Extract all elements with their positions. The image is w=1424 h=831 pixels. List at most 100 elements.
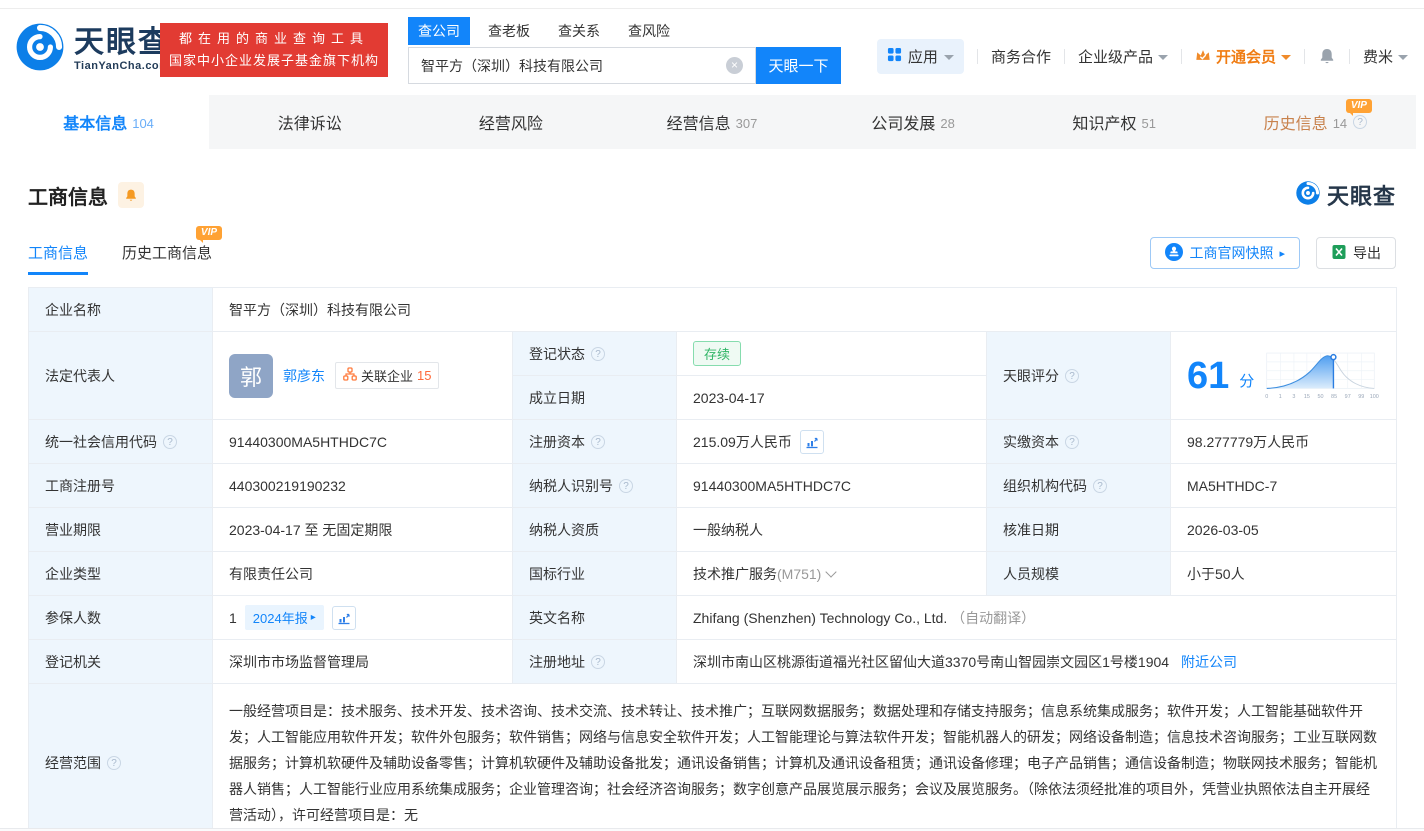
annual-report-badge[interactable]: 2024年报: [245, 605, 324, 630]
search-tab-relation[interactable]: 查关系: [558, 21, 600, 41]
status-badge: 存续: [693, 341, 741, 366]
search-input[interactable]: [408, 47, 756, 84]
tyc-score[interactable]: 61 分: [1187, 344, 1380, 407]
question-icon[interactable]: [1065, 435, 1079, 449]
notification-bell[interactable]: [1318, 47, 1336, 66]
tianyancha-swirl-icon: [1295, 180, 1321, 211]
tab-company-development[interactable]: 公司发展 28: [813, 95, 1014, 149]
industry-code: (M751): [777, 566, 821, 582]
user-menu[interactable]: 费米: [1363, 46, 1408, 67]
svg-text:3: 3: [1293, 394, 1296, 400]
company-type-label: 企业类型: [29, 552, 213, 596]
staff-size-label: 人员规模: [987, 552, 1171, 596]
search-tab-risk[interactable]: 查风险: [628, 21, 670, 41]
business-info-table: 企业名称 智平方（深圳）科技有限公司 法定代表人 郭 郭彦东: [28, 287, 1397, 831]
auto-translate-note: （自动翻译）: [951, 610, 1035, 626]
chevron-down-icon[interactable]: [826, 566, 837, 577]
divider: [1349, 49, 1350, 64]
question-icon[interactable]: [163, 435, 177, 449]
apps-menu[interactable]: 应用: [877, 39, 964, 74]
main-content: 工商信息 天眼查: [0, 179, 1424, 831]
company-name-value: 智平方（深圳）科技有限公司: [213, 288, 1397, 332]
reg-address-value: 深圳市南山区桃源街道福光社区留仙大道3370号南山智园崇文园区1号楼1904: [693, 654, 1169, 670]
credit-code-label: 统一社会信用代码: [29, 420, 213, 464]
table-row: 参保人数 1 2024年报 英文名称: [29, 596, 1397, 640]
score-value: 61: [1187, 357, 1229, 395]
taxpayer-quality-label: 纳税人资质: [513, 508, 677, 552]
reg-number-value: 440300219190232: [213, 464, 513, 508]
tab-count: 28: [940, 116, 954, 131]
tab-operating-info[interactable]: 经营信息 307: [611, 95, 812, 149]
svg-text:0: 0: [1266, 394, 1269, 400]
tab-history-info[interactable]: VIP 历史信息 14: [1215, 95, 1416, 149]
enterprise-products-menu[interactable]: 企业级产品: [1078, 46, 1168, 67]
export-button[interactable]: 导出: [1316, 237, 1396, 269]
table-row: 企业名称 智平方（深圳）科技有限公司: [29, 288, 1397, 332]
credit-code-value: 91440300MA5HTHDC7C: [213, 420, 513, 464]
enterprise-products-label: 企业级产品: [1078, 46, 1153, 67]
question-icon[interactable]: [1353, 115, 1367, 129]
tab-count: 14: [1333, 116, 1347, 131]
vip-badge: VIP: [1346, 99, 1372, 113]
business-cooperation-link[interactable]: 商务合作: [991, 46, 1051, 67]
snapshot-label: 工商官网快照: [1189, 243, 1273, 263]
table-row: 统一社会信用代码 91440300MA5HTHDC7C 注册资本 215.09万…: [29, 420, 1397, 464]
question-icon[interactable]: [619, 479, 633, 493]
chevron-down-icon: [944, 55, 954, 60]
question-icon[interactable]: [591, 655, 605, 669]
svg-text:100: 100: [1370, 394, 1379, 400]
official-snapshot-button[interactable]: 工商官网快照 ▸: [1150, 237, 1300, 269]
question-icon[interactable]: [107, 756, 121, 770]
legal-rep-link[interactable]: 郭彦东: [283, 366, 325, 386]
divider: [1304, 49, 1305, 64]
subtab-business-info[interactable]: 工商信息: [28, 242, 88, 275]
question-icon[interactable]: [1065, 369, 1079, 383]
arrow-right-icon: ▸: [1279, 247, 1285, 260]
paid-capital-value: 98.277779万人民币: [1171, 420, 1397, 464]
search-button[interactable]: 天眼一下: [756, 47, 841, 84]
score-distribution-chart: 0 1 3 15 50 85 97 99 100: [1264, 344, 1380, 407]
org-code-value: MA5HTHDC-7: [1171, 464, 1397, 508]
question-icon[interactable]: [1093, 479, 1107, 493]
tianyancha-logo[interactable]: 天眼查 TianYanCha.com: [14, 21, 170, 78]
nearby-companies-link[interactable]: 附近公司: [1181, 654, 1237, 670]
tab-label: 经营风险: [479, 110, 543, 134]
reg-authority-label: 登记机关: [29, 640, 213, 684]
related-companies-label: 关联企业: [361, 366, 413, 385]
capital-trend-icon[interactable]: [800, 430, 824, 454]
divider: [1064, 49, 1065, 64]
svg-text:1: 1: [1279, 394, 1282, 400]
crown-icon: [1195, 48, 1211, 66]
tab-label: 公司发展: [871, 110, 935, 134]
question-icon[interactable]: [591, 347, 605, 361]
chevron-down-icon: [1281, 55, 1291, 60]
svg-text:50: 50: [1318, 394, 1324, 400]
vip-upgrade-menu[interactable]: 开通会员: [1195, 46, 1291, 67]
tab-label: 法律诉讼: [278, 110, 342, 134]
monitor-bell-icon[interactable]: [118, 182, 144, 208]
english-name-value: Zhifang (Shenzhen) Technology Co., Ltd.: [693, 610, 947, 626]
apps-grid-icon: [887, 47, 902, 66]
related-companies-badge[interactable]: 关联企业 15: [335, 362, 439, 389]
org-code-label: 组织机构代码: [987, 464, 1171, 508]
tab-intellectual-property[interactable]: 知识产权 51: [1014, 95, 1215, 149]
username: 费米: [1363, 46, 1393, 67]
watermark-text: 天眼查: [1327, 179, 1396, 211]
search-tab-company[interactable]: 查公司: [408, 17, 470, 45]
subtab-history-business-info[interactable]: VIP 历史工商信息: [122, 242, 212, 275]
tab-legal-litigation[interactable]: 法律诉讼: [209, 95, 410, 149]
question-icon[interactable]: [591, 435, 605, 449]
reg-capital-label: 注册资本: [513, 420, 677, 464]
brand-name: 天眼查: [74, 28, 170, 58]
vip-upgrade-label: 开通会员: [1216, 46, 1276, 67]
tab-operating-risk[interactable]: 经营风险: [410, 95, 611, 149]
clear-icon[interactable]: ×: [726, 57, 743, 74]
insured-trend-icon[interactable]: [332, 606, 356, 630]
staff-size-value: 小于50人: [1171, 552, 1397, 596]
brand-domain: TianYanCha.com: [74, 60, 170, 72]
company-type-value: 有限责任公司: [213, 552, 513, 596]
excel-icon: [1331, 244, 1347, 263]
tab-basic-info[interactable]: 基本信息 104: [8, 95, 209, 149]
banner-line1: 都在用的商业查询工具: [179, 28, 369, 50]
search-tab-boss[interactable]: 查老板: [488, 21, 530, 41]
